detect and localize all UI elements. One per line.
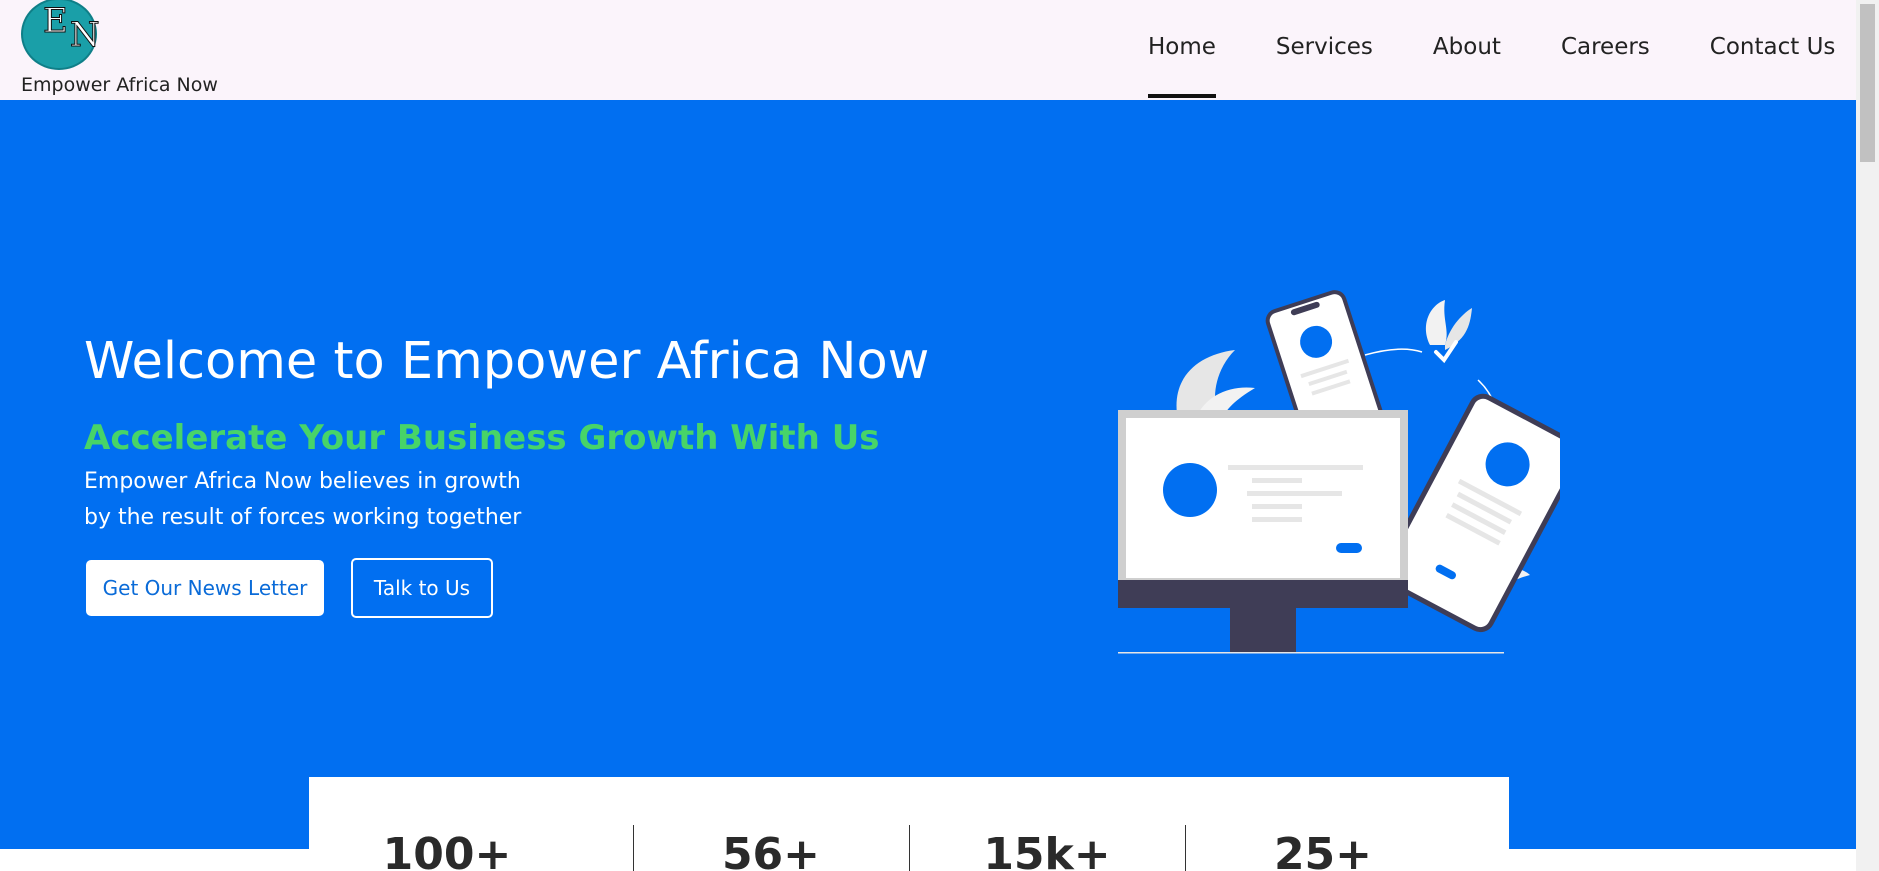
nav-menu: Home Services About Careers Contact Us	[1148, 34, 1836, 98]
newsletter-button[interactable]: Get Our News Letter	[86, 560, 324, 616]
nav-item-home[interactable]: Home	[1148, 34, 1216, 98]
hero-subtitle: Accelerate Your Business Growth With Us	[84, 418, 880, 458]
brand-name[interactable]: Empower Africa Now	[21, 74, 218, 96]
hero-description-line-1: Empower Africa Now believes in growth	[84, 469, 521, 494]
stat-projects: 56+	[721, 829, 821, 871]
scrollbar-thumb[interactable]	[1860, 4, 1875, 162]
logo-letters: EN	[43, 1, 101, 55]
hero-section: Welcome to Empower Africa Now Accelerate…	[0, 100, 1856, 849]
nav-item-contact-us[interactable]: Contact Us	[1710, 34, 1836, 60]
stats-bar: 100+ 56+ 15k+ 25+	[309, 777, 1509, 871]
leaf-top-right-2	[1445, 308, 1472, 350]
page-scrollbar[interactable]	[1856, 0, 1879, 871]
nav-item-about[interactable]: About	[1433, 34, 1501, 60]
monitor-device	[1118, 410, 1408, 652]
nav-item-services[interactable]: Services	[1276, 34, 1373, 60]
logo[interactable]: EN	[21, 0, 101, 70]
stat-partners: 25+	[1273, 829, 1373, 871]
hero-description: Empower Africa Now believes in growth by…	[84, 464, 521, 536]
devices-illustration	[1118, 290, 1560, 654]
leaf-top-right	[1425, 300, 1447, 345]
stat-users: 15k+	[983, 829, 1111, 871]
navbar: EN Empower Africa Now Home Services Abou…	[0, 0, 1856, 100]
arc-top	[1364, 348, 1423, 356]
hero-description-line-2: by the result of forces working together	[84, 505, 522, 530]
ground-line	[1118, 652, 1504, 654]
stat-clients: 100+	[382, 829, 512, 871]
talk-to-us-button[interactable]: Talk to Us	[351, 558, 493, 618]
hero-title: Welcome to Empower Africa Now	[84, 332, 930, 391]
nav-item-careers[interactable]: Careers	[1561, 34, 1650, 60]
